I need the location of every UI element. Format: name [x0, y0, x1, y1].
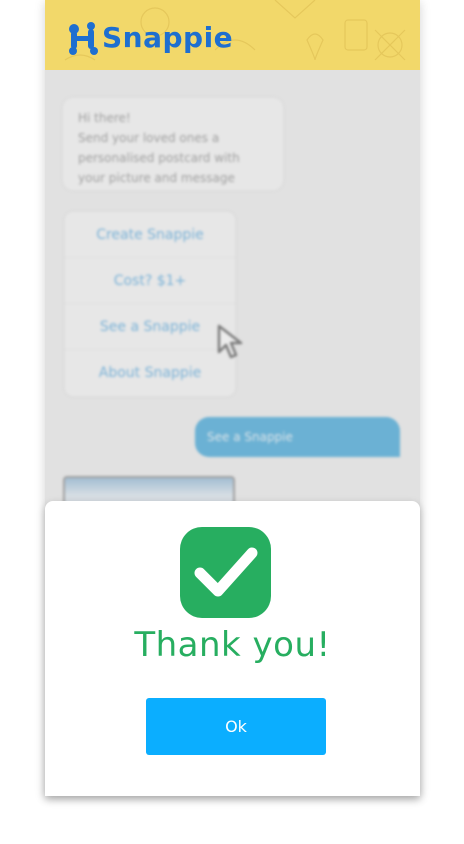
snappie-logo-icon — [69, 22, 98, 55]
ok-button[interactable]: Ok — [146, 698, 326, 755]
logo-text: Snappie — [102, 21, 234, 54]
check-icon — [180, 527, 271, 618]
app-header: Snappie — [45, 0, 420, 70]
thank-you-dialog: Thank you! Ok — [45, 501, 420, 796]
dialog-title: Thank you! — [134, 625, 331, 665]
logo[interactable]: Snappie — [67, 16, 233, 60]
